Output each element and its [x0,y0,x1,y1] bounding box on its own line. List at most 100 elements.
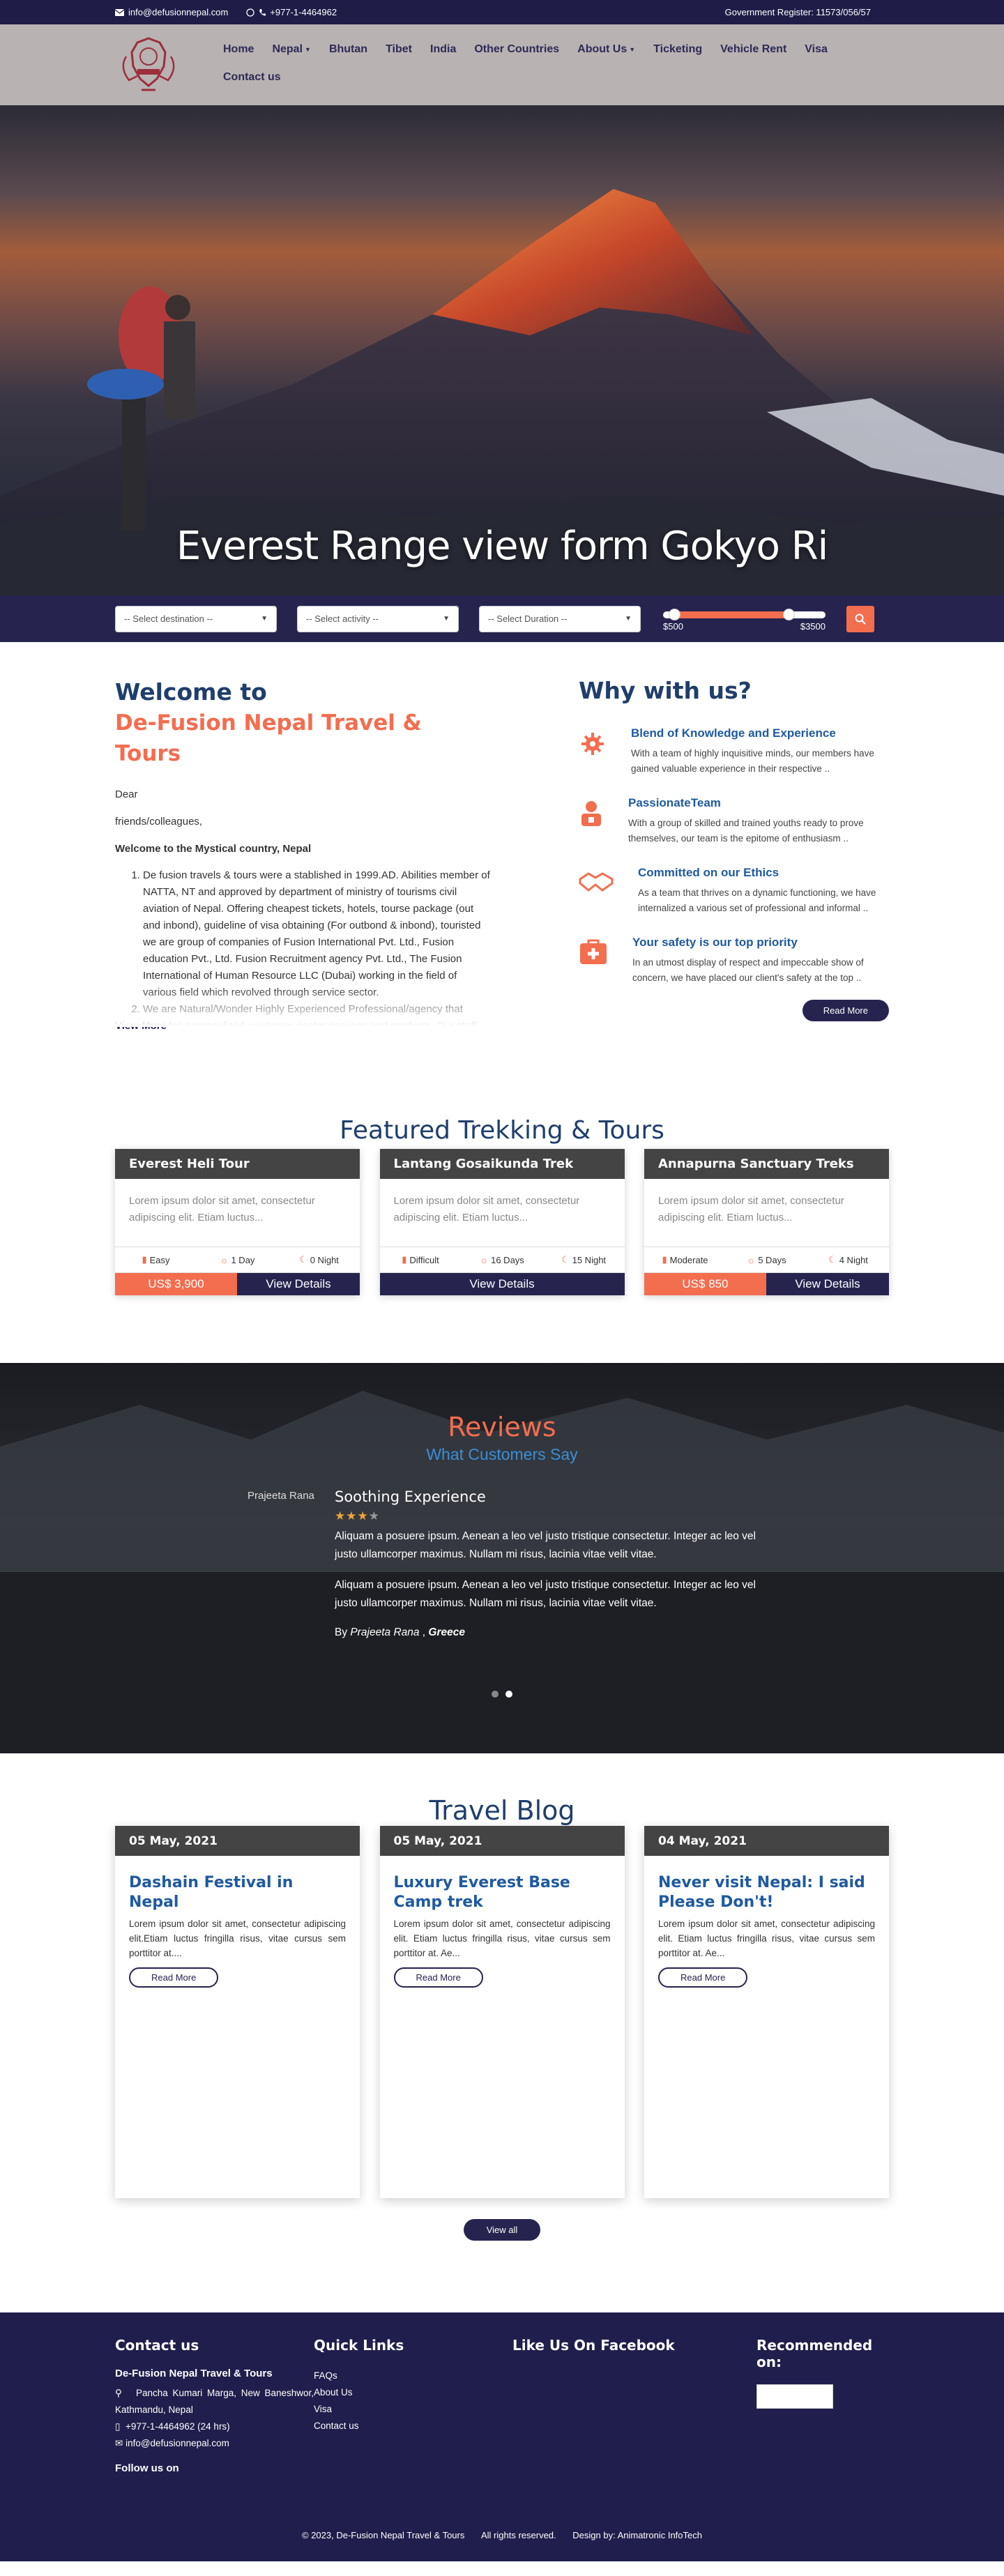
blog-post-title[interactable]: Dashain Festival in Nepal [115,1856,360,1912]
review-text: Aliquam a posuere ipsum. Aenean a leo ve… [335,1530,756,1560]
sun-icon: ☼ [220,1254,229,1265]
nav-item-india[interactable]: India [430,43,456,56]
tour-price: US$ 850 [644,1273,766,1295]
star-icon: ★ [357,1509,369,1523]
view-details-button[interactable]: View Details [766,1273,889,1295]
why-read-more-button[interactable]: Read More [802,1000,889,1021]
blog-cards: 05 May, 2021 Dashain Festival in Nepal L… [115,1826,889,2198]
blog-card[interactable]: 04 May, 2021 Never visit Nepal: I said P… [644,1826,889,2198]
price-min-label: $500 [663,620,683,632]
search-button[interactable] [846,605,874,632]
tour-nights: ☾ 15 Night [561,1254,607,1265]
view-details-button[interactable]: View Details [379,1273,625,1295]
chevron-down-icon: ▼ [625,615,632,623]
nav-item-nepal[interactable]: Nepal ▼ [272,43,311,56]
activity-select[interactable]: -- Select activity -- ▼ [297,605,459,632]
gear-icon [579,726,607,761]
why-item: PassionateTeam With a group of skilled an… [579,796,889,846]
blog-section: Travel Blog 05 May, 2021 Dashain Festiva… [0,1753,1004,2312]
blog-post-title[interactable]: Never visit Nepal: I said Please Don't! [644,1856,889,1912]
footer-contact: Contact us De-Fusion Nepal Travel & Tour… [115,2337,314,2474]
duration-select[interactable]: -- Select Duration -- ▼ [479,605,641,632]
topbar-phone[interactable]: +977-1-4464962 [246,7,337,17]
why-item: Blend of Knowledge and Experience With a … [579,726,889,777]
moon-icon: ☾ [299,1254,307,1265]
caret-down-icon: ▼ [629,46,636,53]
blog-title: Travel Blog [429,1795,575,1826]
company-logo[interactable] [115,35,181,93]
nav-item-contact-us[interactable]: Contact us [223,70,281,84]
footer-phone[interactable]: ▯ +977-1-4464962 (24 hrs) [115,2418,314,2435]
logo-emblem-icon [122,37,174,91]
map-marker-icon: ⚲ [115,2388,122,2398]
view-details-button[interactable]: View Details [237,1273,360,1295]
welcome-list: De fusion travels & tours were a stablis… [143,867,492,1027]
tour-nights: ☾ 0 Night [299,1254,339,1265]
search-icon [855,613,866,625]
reviews-section: Reviews What Customers Say Prajeeta Rana… [0,1363,1004,1753]
government-register: Government Register: 11573/056/57 [724,7,871,17]
blog-post-title[interactable]: Luxury Everest Base Camp trek [380,1856,625,1912]
welcome-section: Welcome to De-Fusion Nepal Travel & Tour… [0,642,1004,1116]
view-all-button[interactable]: View all [464,2219,540,2241]
slider-min-handle[interactable] [669,608,680,620]
nav-item-about-us[interactable]: About Us ▼ [577,43,635,56]
nav-item-bhutan[interactable]: Bhutan [329,43,367,56]
slider-max-handle[interactable] [783,608,795,620]
nav-item-vehicle-rent[interactable]: Vehicle Rent [720,43,786,56]
blog-card[interactable]: 05 May, 2021 Luxury Everest Base Camp tr… [379,1826,625,2198]
destination-select[interactable]: -- Select destination -- ▼ [115,605,277,632]
nav-item-ticketing[interactable]: Ticketing [653,43,702,56]
footer-email[interactable]: ✉ info@defusionnepal.com [115,2435,314,2452]
tour-grade: ▮ Moderate [662,1254,708,1265]
tour-card[interactable]: Everest Heli Tour Lorem ipsum dolor sit … [115,1149,360,1295]
tour-nights: ☾ 4 Night [828,1254,868,1265]
tour-card[interactable]: Lantang Gosaikunda Trek Lorem ipsum dolo… [379,1149,625,1295]
featured-title: Featured Trekking & Tours [340,1116,664,1145]
footer-link-visa[interactable]: Visa [314,2401,512,2418]
tour-card[interactable]: Annapurna Sanctuary Treks Lorem ipsum do… [644,1149,889,1295]
footer-link-contact-us[interactable]: Contact us [314,2418,512,2434]
why-item: Committed on our Ethics As a team that th… [579,866,889,916]
carousel-dot[interactable] [492,1691,499,1698]
price-range-slider[interactable]: $500 $3500 [663,606,826,632]
topbar-email[interactable]: info@defusionnepal.com [115,7,228,17]
recommended-badge-image[interactable] [756,2384,833,2409]
star-icon: ★ [346,1509,358,1523]
footer-link-faqs[interactable]: FAQs [314,2368,512,2384]
welcome-column: Welcome to De-Fusion Nepal Travel & Tour… [115,677,492,1032]
nav-item-other-countries[interactable]: Other Countries [474,43,559,56]
tour-card-text: Lorem ipsum dolor sit amet, consectetur … [393,1195,580,1224]
caret-down-icon: ▼ [305,46,311,53]
tour-card-title: Lantang Gosaikunda Trek [379,1149,625,1179]
read-more-button[interactable]: Read More [658,1967,748,1988]
tour-days: ☼ 1 Day [220,1254,255,1265]
handshake-icon [579,866,614,901]
nav-item-tibet[interactable]: Tibet [386,43,412,56]
read-more-button[interactable]: Read More [129,1967,219,1988]
footer-recommended: Recommended on: [756,2337,889,2474]
hero-slider: Everest Range view form Gokyo Ri [0,105,1004,595]
blog-date: 05 May, 2021 [115,1826,360,1856]
hero-title: Everest Range view form Gokyo Ri [176,524,828,569]
tour-grade: ▮ Difficult [402,1254,439,1265]
team-icon [579,796,604,831]
star-icon: ★ [335,1509,347,1523]
tour-days: ☼ 16 Days [480,1254,524,1265]
footer-link-about-us[interactable]: About Us [314,2384,512,2401]
copyright-bar: © 2023, De-Fusion Nepal Travel & Tours A… [302,2530,702,2540]
blog-card[interactable]: 05 May, 2021 Dashain Festival in Nepal L… [115,1826,360,2198]
carousel-dot-active[interactable] [505,1691,512,1698]
search-bar: -- Select destination -- ▼ -- Select acti… [0,595,1004,642]
read-more-button[interactable]: Read More [393,1967,483,1988]
nav-item-visa[interactable]: Visa [805,43,828,56]
why-us-title: Why with us? [579,677,752,704]
review-heading: Soothing Experience [335,1488,486,1505]
star-icon: ★ [368,1509,380,1523]
why-us-column: Why with us? Blend of Knowledge and Expe… [579,677,889,1032]
nav-item-home[interactable]: Home [223,43,254,56]
review-author: By Prajeeta Rana , Greece [335,1626,465,1638]
phone-icon [259,8,266,16]
blog-date: 04 May, 2021 [644,1826,889,1856]
designer-link[interactable]: Design by: Animatronic InfoTech [572,2530,702,2540]
